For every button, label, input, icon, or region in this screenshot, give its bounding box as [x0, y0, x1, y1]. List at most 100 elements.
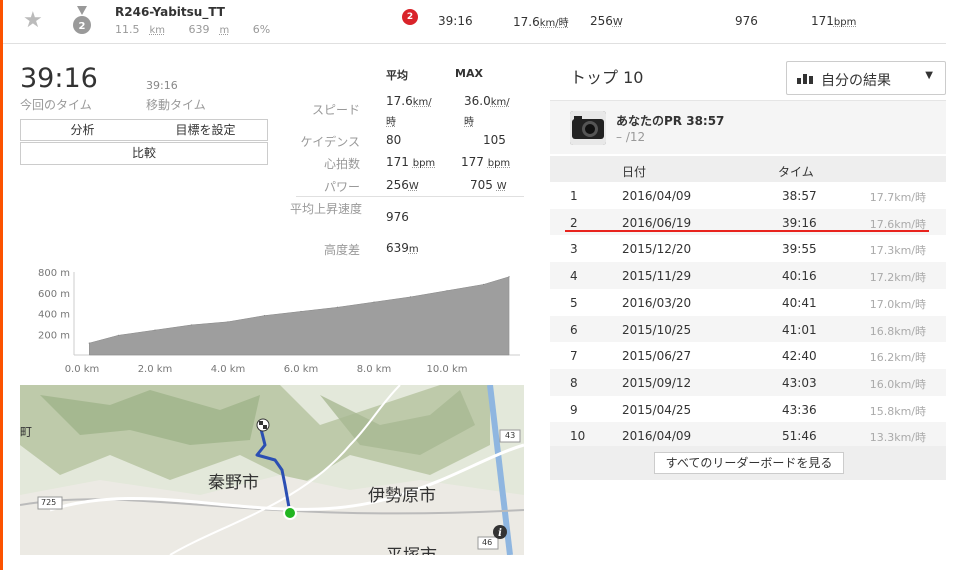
leaderboard-filter-dropdown[interactable]: 自分の結果 ▼ [786, 61, 946, 95]
rank-cell: 3 [570, 242, 578, 257]
elevation-point [117, 334, 120, 336]
rank-cell: 7 [570, 349, 578, 364]
date-cell: 2016/04/09 [622, 429, 692, 444]
elevation-chart: 200 m 400 m 600 m 800 m 0.0 km 2.0 km 4.0 km 6.… [38, 268, 520, 375]
stats-avg-header: 平均 [386, 69, 408, 82]
col-date-header: 日付 [622, 165, 647, 179]
date-cell: 2016/03/20 [622, 295, 692, 310]
map-route-46: 46 [482, 538, 493, 547]
header-speed: 17.6km/時 [513, 15, 569, 29]
rank-cell: 6 [570, 322, 578, 337]
elevation-point [373, 301, 375, 303]
stats-speed-label: スピード [311, 103, 360, 117]
header-power: 256W [590, 14, 623, 28]
table-row[interactable]: 7 2015/06/27 42:40 16.2km/時 [550, 342, 946, 369]
segment-header: ★ 2 R246-Yabitsu_TT 11.5 km 639 m 6% 2 39:… [3, 0, 946, 44]
rank-cell: 8 [570, 375, 578, 390]
moving-time: 39:16 [146, 79, 178, 92]
elevation-point [227, 321, 229, 323]
map-label-isehara: 伊勢原市 [368, 486, 436, 506]
time-cell: 39:16 [782, 215, 817, 230]
rank-cell: 4 [570, 269, 578, 284]
set-goal-button[interactable]: 目標を設定 [144, 120, 267, 140]
compare-button[interactable]: 比較 [20, 142, 268, 165]
table-row[interactable]: 3 2015/12/20 39:55 17.3km/時 [550, 235, 946, 262]
elevation-point [154, 329, 156, 331]
map-route-43: 43 [505, 431, 516, 440]
medal-icon: 2 [73, 6, 91, 34]
stats-max-header: MAX [455, 67, 483, 80]
stats-power-avg: 256W [386, 178, 419, 192]
rank-cell: 2 [570, 215, 578, 230]
stats-vam-value: 976 [386, 210, 409, 224]
table-row[interactable]: 9 2015/04/25 43:36 15.8km/時 [550, 396, 946, 423]
highlight-underline [565, 230, 929, 232]
date-cell: 2015/04/25 [622, 402, 692, 417]
medal-number: 2 [79, 21, 86, 32]
elapsed-time-label: 今回のタイム [20, 98, 92, 112]
stats-power-max: 705 W [470, 178, 507, 192]
svg-text:i: i [498, 528, 502, 539]
pr-title: あなたのPR 38:57 [616, 114, 725, 128]
leaderboard-filter-label: 自分の結果 [821, 73, 891, 89]
date-cell: 2016/06/19 [622, 215, 692, 230]
speed-cell: 16.0km/時 [869, 377, 926, 391]
rank-cell: 10 [570, 429, 586, 444]
table-row[interactable]: 4 2015/11/29 40:16 17.2km/時 [550, 262, 946, 289]
table-row[interactable]: 6 2015/10/25 41:01 16.8km/時 [550, 315, 946, 343]
time-cell: 51:46 [782, 429, 817, 444]
elevation-point [409, 296, 412, 298]
time-cell: 39:55 [782, 242, 817, 257]
star-icon[interactable]: ★ [23, 8, 43, 33]
elapsed-time: 39:16 [20, 63, 98, 94]
stats-hr-label: 心拍数 [323, 157, 360, 171]
y-tick-label: 600 m [38, 289, 70, 300]
segment-elevation: 639 [188, 23, 210, 36]
elevation-point [88, 342, 90, 344]
time-cell: 40:41 [782, 295, 817, 310]
time-cell: 41:01 [782, 322, 817, 337]
rank-cell: 5 [570, 295, 578, 310]
stats-speed-avg: 17.6km/時 [386, 94, 432, 128]
effort-actions: 分析 目標を設定 [20, 119, 268, 141]
stats-cadence-max: 105 [483, 133, 506, 147]
x-tick-label: 10.0 km [427, 364, 468, 375]
map-graphic: i [20, 385, 524, 555]
y-tick-label: 200 m [38, 330, 70, 341]
leaderboard-footer: すべてのリーダーボードを見る [550, 446, 946, 480]
time-cell: 42:40 [782, 349, 817, 364]
pr-subtitle: – /12 [616, 130, 646, 144]
date-cell: 2015/06/27 [622, 349, 692, 364]
speed-cell: 17.2km/時 [869, 271, 926, 285]
analysis-button[interactable]: 分析 [21, 120, 144, 140]
speed-cell: 16.2km/時 [869, 351, 926, 365]
elevation-point [508, 276, 510, 278]
time-cell: 43:36 [782, 402, 817, 417]
date-cell: 2016/04/09 [622, 189, 692, 203]
header-vam: 976 [735, 14, 758, 28]
speed-cell: 17.0km/時 [869, 297, 926, 311]
personal-record-box: あなたのPR 38:57 – /12 [550, 100, 946, 154]
stats-hr-max: 177 bpm [461, 155, 511, 169]
view-all-leaderboards-button[interactable]: すべてのリーダーボードを見る [654, 452, 844, 474]
map-label-partial: 町 [20, 425, 33, 439]
rank-badge: 2 [402, 9, 418, 25]
table-row[interactable]: 5 2016/03/20 40:41 17.0km/時 [550, 289, 946, 316]
stats-divider [296, 196, 524, 197]
avatar[interactable] [570, 111, 606, 145]
x-tick-label: 8.0 km [357, 364, 392, 375]
segment-title[interactable]: R246-Yabitsu_TT [115, 5, 225, 19]
stats-power-label: パワー [323, 180, 360, 194]
stats-elev-label: 高度差 [323, 243, 360, 257]
segment-map[interactable]: i 秦野市 伊勢原市 平塚市 町 725 43 46 [20, 385, 524, 555]
elevation-point [482, 283, 485, 286]
leaderboard-header: 日付 タイム [550, 156, 946, 182]
table-row[interactable]: 1 2016/04/09 38:57 17.7km/時 [550, 182, 946, 209]
table-row[interactable]: 8 2015/09/12 43:03 16.0km/時 [550, 368, 946, 396]
map-label-hiratsuka: 平塚市 [386, 541, 437, 555]
x-tick-label: 4.0 km [211, 364, 246, 375]
date-cell: 2015/11/29 [622, 269, 692, 284]
date-cell: 2015/10/25 [622, 322, 692, 337]
header-heart-rate: 171bpm [811, 14, 857, 28]
table-row[interactable]: 10 2016/04/09 51:46 13.3km/時 [550, 422, 946, 449]
